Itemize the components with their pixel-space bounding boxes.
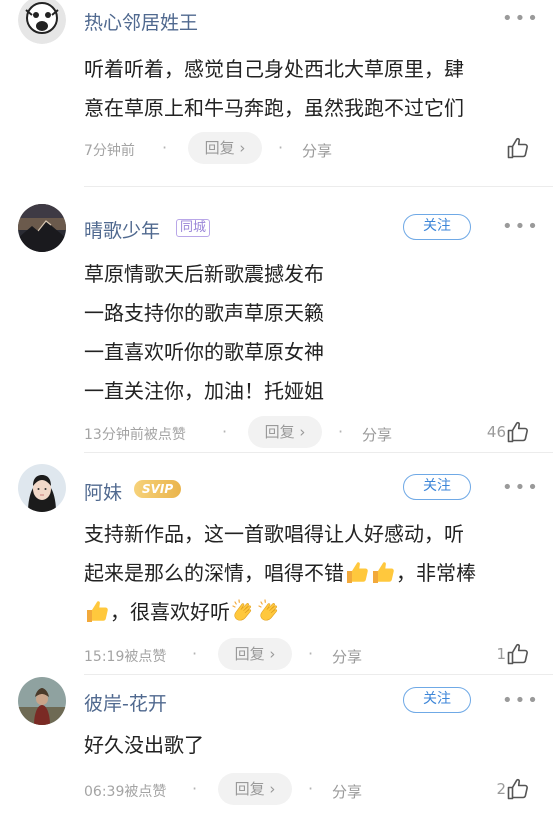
share-button[interactable]: 分享 [362,424,392,445]
comment-line: 意在草原上和牛马奔跑，虽然我跑不过它们 [84,96,464,120]
reply-label: 回复 [234,780,265,798]
separator-dot: · [308,644,314,663]
comment-line: 好久没出歌了 [84,733,204,757]
more-dots-icon[interactable]: ••• [502,8,540,29]
more-dots-icon[interactable]: ••• [502,216,540,237]
comment-meta: 7分钟前 · 回复 › · 分享 [84,132,544,166]
reply-label: 回复 [234,645,265,663]
city-badge: 同城 [176,219,211,237]
like-count: 46 [486,423,506,441]
like-count: 2 [496,780,506,798]
username[interactable]: 热心邻居姓王 [84,8,198,35]
chevron-right-icon: › [269,645,276,663]
share-button[interactable]: 分享 [302,140,332,161]
divider [84,186,553,187]
avatar[interactable] [18,0,66,44]
thumbs-up-icon [506,420,530,444]
timestamp: 13分钟前被点赞 [84,427,186,443]
divider [84,452,553,453]
comment-fragment: ，很喜欢好听 [110,600,230,624]
comment-line: 一路支持你的歌声草原天籁 [84,301,324,325]
like-count: 1 [496,645,506,663]
comment-text: 支持新作品，这一首歌唱得让人好感动，听 起来是那么的深情，唱得不错 ，非常棒 ，很… [84,515,524,632]
separator-dot: · [192,779,198,798]
follow-button[interactable]: 关注 [403,214,471,240]
separator-dot: · [308,779,314,798]
timestamp: 7分钟前 [84,143,135,159]
divider [84,674,553,675]
username[interactable]: 彼岸-花开 [84,689,167,716]
separator-dot: · [222,422,228,441]
clapping-hands-emoji [230,598,256,624]
comment-text: 草原情歌天后新歌震撼发布 一路支持你的歌声草原天籁 一直喜欢听你的歌草原女神 一… [84,255,524,411]
svip-badge: SVIP [134,480,182,498]
comment-meta: 06:39被点赞 · 回复 › · 分享 2 [84,773,544,807]
thumbs-up-icon [506,136,530,160]
timestamp: 06:39被点赞 [84,784,167,800]
reply-button[interactable]: 回复 › [188,132,262,164]
thumbs-up-icon [506,642,530,666]
avatar[interactable] [18,677,66,725]
comment-line: 支持新作品，这一首歌唱得让人好感动，听 [84,522,464,546]
comment-line: 起来是那么的深情，唱得不错 ，非常棒 [84,554,524,593]
follow-button[interactable]: 关注 [403,687,471,713]
comment-fragment: ，非常棒 [396,561,476,585]
more-dots-icon[interactable]: ••• [502,477,540,498]
chevron-right-icon: › [269,780,276,798]
comment-line: 一直喜欢听你的歌草原女神 [84,340,324,364]
comment-line: 草原情歌天后新歌震撼发布 [84,262,324,286]
like-button[interactable]: 1 [496,642,530,668]
comment-meta: 15:19被点赞 · 回复 › · 分享 1 [84,638,544,672]
thumbs-up-emoji [370,559,396,585]
like-button[interactable] [506,136,530,162]
comment-fragment: 起来是那么的深情，唱得不错 [84,561,344,585]
comment-text: 听着听着，感觉自己身处西北大草原里，肆 意在草原上和牛马奔跑，虽然我跑不过它们 [84,50,524,128]
chevron-right-icon: › [239,139,246,157]
comment-line: 一直关注你，加油！托娅姐 [84,379,324,403]
separator-dot: · [192,644,198,663]
chevron-right-icon: › [299,423,306,441]
comment-line: ，很喜欢好听 [84,593,524,632]
thumbs-up-emoji [84,598,110,624]
clapping-hands-emoji [256,598,282,624]
reply-label: 回复 [264,423,295,441]
username[interactable]: 晴歌少年 [84,216,160,243]
share-button[interactable]: 分享 [332,646,362,667]
separator-dot: · [162,138,168,157]
separator-dot: · [278,138,284,157]
reply-button[interactable]: 回复 › [218,638,292,670]
like-button[interactable]: 2 [496,777,530,803]
timestamp: 15:19被点赞 [84,649,167,665]
comment-line: 听着听着，感觉自己身处西北大草原里，肆 [84,57,464,81]
comment-text: 好久没出歌了 [84,726,524,765]
separator-dot: · [338,422,344,441]
share-button[interactable]: 分享 [332,781,362,802]
reply-button[interactable]: 回复 › [248,416,322,448]
like-button[interactable]: 46 [487,420,530,446]
follow-button[interactable]: 关注 [403,474,471,500]
username[interactable]: 阿妹 [84,478,122,505]
thumbs-up-icon [506,777,530,801]
avatar[interactable] [18,204,66,252]
reply-button[interactable]: 回复 › [218,773,292,805]
avatar[interactable] [18,464,66,512]
thumbs-up-emoji [344,559,370,585]
reply-label: 回复 [204,139,235,157]
more-dots-icon[interactable]: ••• [502,690,540,711]
comment-meta: 13分钟前被点赞 · 回复 › · 分享 46 [84,416,544,450]
